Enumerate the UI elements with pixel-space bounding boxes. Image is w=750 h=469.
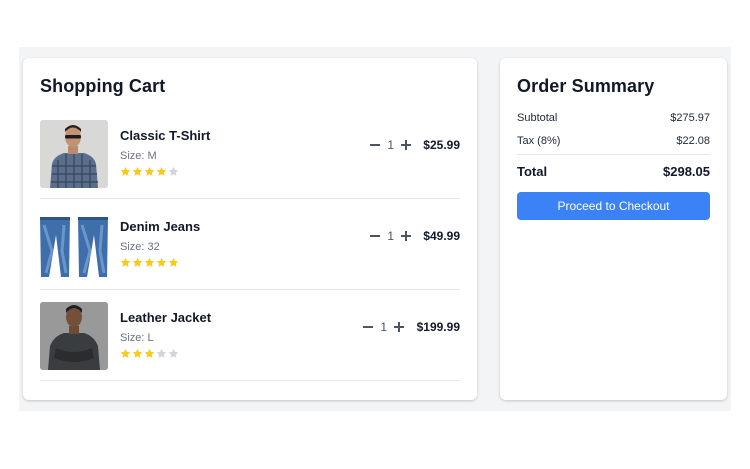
cart-item: Classic T-Shirt Size: M 1 $25.99 [40, 108, 460, 199]
total-label: Total [517, 164, 548, 179]
star-icon [144, 166, 155, 177]
product-rating [120, 166, 179, 178]
total-value: $298.05 [663, 164, 710, 179]
page-background: Shopping Cart Classic T-Shirt Size: M 1 … [19, 47, 731, 411]
summary-title: Order Summary [517, 76, 655, 96]
plus-icon[interactable] [393, 321, 405, 333]
product-image-jeans[interactable] [40, 211, 108, 279]
cart-item: Denim Jeans Size: 32 1 $49.99 [40, 199, 460, 290]
product-price: $199.99 [416, 320, 460, 334]
checkout-button[interactable]: Proceed to Checkout [517, 192, 710, 220]
star-icon [120, 166, 131, 177]
product-name[interactable]: Leather Jacket [120, 310, 211, 325]
star-icon [156, 166, 167, 177]
product-price: $25.99 [423, 138, 460, 152]
product-size: Size: 32 [120, 241, 160, 253]
cart-title: Shopping Cart [40, 76, 166, 96]
summary-divider [517, 154, 710, 155]
tax-value: $22.08 [676, 135, 710, 147]
quantity-stepper: 1 [369, 137, 412, 153]
subtotal-row: Subtotal $275.97 [517, 112, 710, 124]
minus-icon[interactable] [362, 321, 374, 333]
plus-icon[interactable] [400, 230, 412, 242]
product-image-tshirt[interactable] [40, 120, 108, 188]
tax-row: Tax (8%) $22.08 [517, 135, 710, 147]
product-rating [120, 257, 179, 269]
plus-icon[interactable] [400, 139, 412, 151]
order-summary-panel: Order Summary Subtotal $275.97 Tax (8%) … [500, 58, 727, 400]
star-icon [132, 348, 143, 359]
star-icon [168, 166, 179, 177]
product-price: $49.99 [423, 229, 460, 243]
product-rating [120, 348, 179, 360]
cart-item: Leather Jacket Size: L 1 $199.99 [40, 290, 460, 381]
star-icon [168, 348, 179, 359]
quantity-value: 1 [380, 320, 387, 334]
star-icon [168, 257, 179, 268]
shopping-cart-panel: Shopping Cart Classic T-Shirt Size: M 1 … [23, 58, 477, 400]
product-size: Size: L [120, 332, 154, 344]
tax-label: Tax (8%) [517, 135, 561, 147]
star-icon [132, 257, 143, 268]
quantity-value: 1 [387, 138, 394, 152]
product-image-jacket[interactable] [40, 302, 108, 370]
quantity-stepper: 1 [369, 228, 412, 244]
star-icon [156, 257, 167, 268]
star-icon [144, 257, 155, 268]
subtotal-value: $275.97 [670, 112, 710, 124]
minus-icon[interactable] [369, 139, 381, 151]
quantity-value: 1 [387, 229, 394, 243]
star-icon [144, 348, 155, 359]
star-icon [132, 166, 143, 177]
subtotal-label: Subtotal [517, 112, 558, 124]
quantity-stepper: 1 [362, 319, 405, 335]
minus-icon[interactable] [369, 230, 381, 242]
total-row: Total $298.05 [517, 164, 710, 179]
star-icon [120, 257, 131, 268]
product-name[interactable]: Denim Jeans [120, 219, 200, 234]
product-size: Size: M [120, 150, 157, 162]
star-icon [120, 348, 131, 359]
star-icon [156, 348, 167, 359]
product-name[interactable]: Classic T-Shirt [120, 128, 210, 143]
